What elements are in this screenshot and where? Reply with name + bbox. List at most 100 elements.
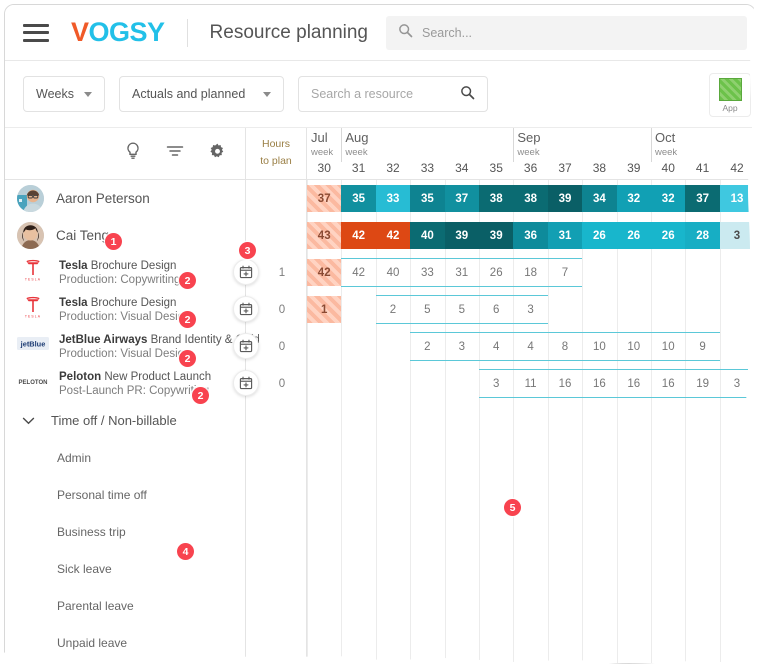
utilization-cell[interactable]: 35: [341, 185, 376, 212]
tesla-logo: TESLA: [15, 257, 51, 288]
task-hours-cell[interactable]: 5: [445, 296, 479, 323]
hamburger-menu-icon[interactable]: [23, 23, 49, 42]
utilization-cell[interactable]: 13: [719, 185, 755, 212]
task-hours-cell[interactable]: 3: [479, 370, 513, 397]
task-hours-cell[interactable]: 16: [617, 370, 651, 397]
calendar-add-icon[interactable]: [233, 333, 259, 359]
timeoff-item-label: Admin: [57, 450, 92, 465]
mode-dropdown[interactable]: Actuals and planned: [118, 76, 284, 112]
utilization-cell[interactable]: 26: [616, 222, 651, 249]
utilization-cell[interactable]: 39: [479, 222, 514, 249]
task-hours-cell[interactable]: 18: [513, 259, 547, 286]
task-hours-cell[interactable]: 3: [513, 296, 547, 323]
task-row[interactable]: TESLA Tesla Brochure Design Production: V…: [5, 291, 755, 328]
hatched-actuals-cell[interactable]: 42: [307, 259, 342, 286]
task-hours-cell[interactable]: 4: [479, 333, 513, 360]
utilization-cell[interactable]: 33: [375, 185, 411, 212]
hours-to-plan-value: 0: [278, 377, 286, 390]
utilization-cell[interactable]: 40: [410, 222, 445, 249]
tesla-logo: TESLA: [15, 294, 51, 325]
task-hours-cell[interactable]: 16: [582, 370, 616, 397]
utilization-cell[interactable]: 35: [410, 185, 445, 212]
utilization-cell[interactable]: 37: [444, 185, 479, 212]
utilization-cell[interactable]: 26: [651, 222, 686, 249]
timeline-month-divider: [341, 128, 343, 162]
global-search[interactable]: Search...: [386, 15, 747, 50]
timeoff-item[interactable]: Unpaid leave: [5, 624, 755, 661]
utilization-cell[interactable]: 32: [651, 185, 686, 212]
task-hours-cell[interactable]: 2: [410, 333, 444, 360]
callout-badge-2: 2: [179, 311, 196, 328]
task-hours-cell[interactable]: 9: [685, 333, 719, 360]
utilization-cell[interactable]: 42: [341, 222, 376, 249]
gear-icon[interactable]: [209, 143, 226, 165]
resource-search-input[interactable]: Search a resource: [297, 76, 488, 112]
timeoff-item[interactable]: Sick leave: [5, 550, 755, 587]
peloton-logo: PELOTON: [15, 373, 51, 394]
task-row[interactable]: jetBlue JetBlue Airways Brand Identity &…: [5, 328, 755, 365]
timeline-week-number: 30: [317, 161, 331, 175]
task-hours-cell[interactable]: 33: [410, 259, 444, 286]
task-hours-cell[interactable]: 31: [445, 259, 479, 286]
filter-icon[interactable]: [166, 144, 184, 163]
hatched-actuals-cell[interactable]: 37: [307, 185, 342, 212]
task-hours-cell[interactable]: 10: [582, 333, 616, 360]
task-hours-cell[interactable]: 3: [445, 333, 479, 360]
hatched-actuals-cell[interactable]: 1: [307, 296, 342, 323]
utilization-cell[interactable]: 37: [685, 185, 720, 212]
task-hours-cell[interactable]: 7: [548, 259, 582, 286]
timeoff-item[interactable]: Parental leave: [5, 587, 755, 624]
app-launcher-tile[interactable]: App: [709, 73, 751, 117]
task-hours-cell[interactable]: 19: [685, 370, 719, 397]
lightbulb-icon[interactable]: [125, 142, 141, 165]
vogsy-logo[interactable]: V OGSY: [71, 17, 165, 48]
utilization-cell[interactable]: 42: [375, 222, 411, 249]
utilization-cell[interactable]: 36: [513, 222, 548, 249]
utilization-cell[interactable]: 28: [685, 222, 720, 249]
task-hours-cell[interactable]: 26: [479, 259, 513, 286]
calendar-add-icon[interactable]: [233, 370, 259, 396]
utilization-cell[interactable]: 3: [719, 222, 755, 249]
utilization-cell[interactable]: 32: [616, 185, 651, 212]
utilization-cell[interactable]: 38: [513, 185, 548, 212]
hatched-actuals-cell[interactable]: 43: [307, 222, 342, 249]
timeline-week-number: 32: [386, 161, 400, 175]
timeline-header: Jul week Aug week Sep week Oct week 30 31 32 33 34 35…: [307, 128, 755, 180]
chevron-down-icon[interactable]: [21, 414, 35, 428]
task-hours-cell[interactable]: 10: [617, 333, 651, 360]
utilization-cell[interactable]: 31: [547, 222, 583, 249]
timeoff-item[interactable]: Business trip: [5, 513, 755, 550]
task-hours-cell[interactable]: 8: [548, 333, 582, 360]
callout-badge-1: 1: [105, 233, 122, 250]
task-row[interactable]: TESLA Tesla Brochure Design Production: C…: [5, 254, 755, 291]
utilization-cell[interactable]: 39: [444, 222, 479, 249]
utilization-cell[interactable]: 39: [547, 185, 583, 212]
resource-row[interactable]: Aaron Peterson 37 35 33 35 37 38 38 39 34 32 32 37 13: [5, 180, 755, 217]
utilization-cell[interactable]: 26: [582, 222, 617, 249]
task-hours-cell[interactable]: 3: [720, 370, 754, 397]
calendar-add-icon[interactable]: [233, 259, 259, 285]
task-role-line: Production: Copywriting: [59, 273, 181, 286]
task-hours-cell[interactable]: 6: [479, 296, 513, 323]
task-hours-cell[interactable]: 4: [513, 333, 547, 360]
task-hours-cell[interactable]: 5: [410, 296, 444, 323]
period-dropdown[interactable]: Weeks: [23, 76, 105, 112]
timeline-month-oct: Oct: [655, 130, 676, 145]
timeline-week-number: 38: [592, 161, 607, 175]
task-hours-cell[interactable]: 16: [548, 370, 582, 397]
utilization-cell[interactable]: 34: [582, 185, 617, 212]
timeoff-item[interactable]: Admin: [5, 439, 755, 476]
task-hours-cell[interactable]: 2: [376, 296, 410, 323]
task-hours-cell[interactable]: 42: [341, 259, 375, 286]
task-hours-cell[interactable]: 10: [651, 333, 685, 360]
timeoff-section-header[interactable]: Time off / Non-billable: [5, 402, 755, 439]
task-hours-cell[interactable]: 11: [513, 370, 547, 397]
grid-header-row: Hours to plan Jul week Aug week Sep week Oct we…: [5, 128, 755, 180]
timeoff-item[interactable]: Personal time off: [5, 476, 755, 513]
calendar-add-icon[interactable]: [233, 296, 259, 322]
task-hours-cell[interactable]: 40: [376, 259, 410, 286]
task-hours-cell[interactable]: 16: [651, 370, 685, 397]
task-row[interactable]: PELOTON Peloton New Product Launch Post-L…: [5, 365, 755, 402]
utilization-cell[interactable]: 38: [479, 185, 514, 212]
callout-badge-3: 3: [239, 242, 256, 259]
